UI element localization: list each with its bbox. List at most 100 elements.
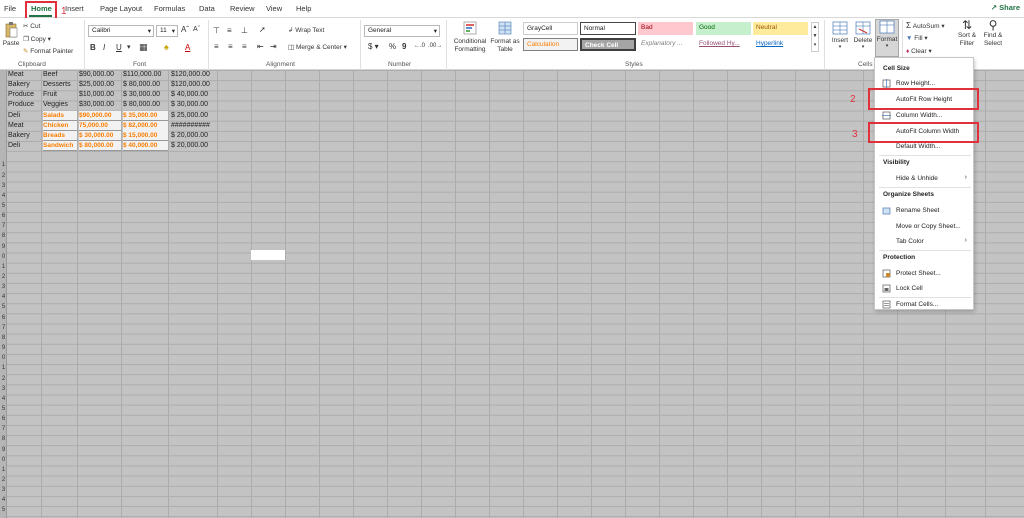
menu-item-column-width[interactable]: Column Width... <box>875 109 973 123</box>
wrap-text-button[interactable]: ↲ Wrap Text <box>288 26 324 34</box>
row-number[interactable]: 6 <box>0 416 7 422</box>
row-number[interactable]: 5 <box>0 507 7 513</box>
table-cell[interactable]: $ 20,000.00 <box>171 131 216 141</box>
row-number[interactable]: 7 <box>0 325 7 331</box>
row-number[interactable]: 1 <box>0 162 7 168</box>
cut-button[interactable]: ✂ Cut <box>23 22 40 30</box>
row-number[interactable]: 5 <box>0 406 7 412</box>
row-number[interactable]: 0 <box>0 254 7 260</box>
table-cell[interactable]: $ 80,000.00 <box>79 141 121 152</box>
row-number[interactable]: 1 <box>0 467 7 473</box>
table-cell[interactable]: $120,000.00 <box>171 70 216 80</box>
menu-item-move-copy-sheet[interactable]: Move or Copy Sheet... <box>875 220 973 234</box>
table-cell[interactable]: Bakery <box>8 80 41 90</box>
style-followed-hyperlink[interactable]: Followed Hy... <box>696 38 751 51</box>
menu-item-rename-sheet[interactable]: Rename Sheet <box>875 204 973 218</box>
font-name-select[interactable]: Calibri ▾ <box>88 25 154 37</box>
font-size-select[interactable]: 11 ▾ <box>156 25 178 37</box>
style-explanatory[interactable]: Explanatory ... <box>638 38 693 51</box>
percent-button[interactable]: % <box>389 42 396 51</box>
delete-cells-button[interactable]: Delete ▾ <box>852 21 874 50</box>
format-painter-button[interactable]: ✎ Format Painter <box>23 47 73 55</box>
row-number[interactable]: 1 <box>0 264 7 270</box>
table-cell[interactable]: $ 82,000.00 <box>123 120 168 131</box>
conditional-formatting-button[interactable]: Conditional Formatting <box>452 21 488 54</box>
row-number[interactable]: 9 <box>0 244 7 250</box>
row-number[interactable]: 4 <box>0 193 7 199</box>
table-cell[interactable]: $ 40,000.00 <box>171 90 216 100</box>
row-number[interactable]: 0 <box>0 355 7 361</box>
table-cell[interactable]: Desserts <box>43 80 77 90</box>
table-cell[interactable]: $30,000.00 <box>79 100 121 110</box>
fill-color-icon[interactable]: ♠ <box>164 42 169 52</box>
table-cell[interactable]: $ 30,000.00 <box>171 100 216 110</box>
clear-button[interactable]: ♦ Clear ▾ <box>906 47 932 55</box>
merge-center-button[interactable]: ◫ Merge & Center ▾ <box>288 43 347 51</box>
row-number[interactable]: 4 <box>0 294 7 300</box>
row-number[interactable]: 8 <box>0 335 7 341</box>
table-cell[interactable]: Fruit <box>43 90 77 100</box>
increase-indent-icon[interactable]: ⇥ <box>270 42 277 51</box>
table-cell[interactable]: $ 80,000.00 <box>123 100 168 110</box>
table-cell[interactable]: $10,000.00 <box>79 90 121 100</box>
table-cell[interactable]: Chicken <box>43 120 77 131</box>
menu-item-hide-unhide[interactable]: Hide & Unhide › <box>875 172 973 186</box>
insert-cells-button[interactable]: Insert ▾ <box>830 21 850 50</box>
style-bad[interactable]: Bad <box>638 22 693 35</box>
orientation-icon[interactable]: ➚ <box>259 25 266 34</box>
tab-data[interactable]: Data <box>199 4 215 13</box>
row-number[interactable]: 3 <box>0 487 7 493</box>
table-cell[interactable]: $ 80,000.00 <box>123 80 168 90</box>
menu-item-lock-cell[interactable]: Lock Cell <box>875 282 973 296</box>
style-hyperlink[interactable]: Hyperlink <box>753 38 808 51</box>
table-cell[interactable]: $ 30,000.00 <box>79 130 121 141</box>
table-cell[interactable]: Meat <box>8 121 41 131</box>
find-select-button[interactable]: ⚲ Find & Select <box>981 19 1005 48</box>
tab-view[interactable]: View <box>266 4 282 13</box>
table-cell[interactable]: Sandwich <box>43 141 77 152</box>
row-number[interactable]: 3 <box>0 284 7 290</box>
fill-button[interactable]: ▼ Fill ▾ <box>906 34 928 42</box>
table-cell[interactable]: $110,000.00 <box>123 70 168 80</box>
borders-icon[interactable]: ▦ <box>139 42 148 53</box>
table-cell[interactable]: Breads <box>43 130 77 141</box>
row-number[interactable]: 9 <box>0 447 7 453</box>
autosum-button[interactable]: Σ AutoSum ▾ <box>906 21 945 30</box>
table-cell[interactable]: Meat <box>8 70 41 80</box>
row-number[interactable]: 3 <box>0 183 7 189</box>
menu-item-format-cells[interactable]: Format Cells... <box>875 298 973 312</box>
row-number[interactable]: 2 <box>0 477 7 483</box>
table-cell[interactable]: Produce <box>8 100 41 110</box>
align-bottom-icon[interactable]: ⊥ <box>241 26 248 35</box>
number-format-select[interactable]: General ▾ <box>364 25 440 37</box>
row-number[interactable]: 5 <box>0 304 7 310</box>
currency-button[interactable]: $ ▾ <box>368 42 379 51</box>
table-cell[interactable]: $ 30,000.00 <box>123 90 168 100</box>
table-cell[interactable]: $ 25,000.00 <box>171 111 216 121</box>
table-cell[interactable]: $ 35,000.00 <box>123 110 168 121</box>
underline-button[interactable]: U <box>116 43 122 52</box>
row-number[interactable]: 4 <box>0 396 7 402</box>
align-right-icon[interactable]: ≡ <box>242 42 247 51</box>
increase-font-button[interactable]: Aˆ <box>181 25 189 34</box>
row-number[interactable]: 9 <box>0 345 7 351</box>
menu-item-tab-color[interactable]: Tab Color › <box>875 235 973 249</box>
row-number[interactable]: 7 <box>0 223 7 229</box>
style-neutral[interactable]: Neutral <box>753 22 808 35</box>
align-top-icon[interactable]: ⊤ <box>213 26 220 35</box>
row-number[interactable]: 5 <box>0 203 7 209</box>
table-cell[interactable]: $ 20,000.00 <box>171 141 216 151</box>
table-cell[interactable]: ########## <box>171 121 216 131</box>
table-cell[interactable]: 75,000.00 <box>79 120 121 131</box>
format-as-table-button[interactable]: Format as Table <box>490 21 520 54</box>
italic-button[interactable]: I <box>103 43 105 52</box>
style-calculation[interactable]: Calculation <box>523 38 578 51</box>
comma-button[interactable]: 9 <box>402 42 406 51</box>
row-number[interactable]: 2 <box>0 274 7 280</box>
table-cell[interactable]: $90,000.00 <box>79 110 121 121</box>
row-number[interactable]: 2 <box>0 173 7 179</box>
decrease-decimal-button[interactable]: .00→ <box>428 43 442 49</box>
style-good[interactable]: Good <box>696 22 751 35</box>
bold-button[interactable]: B <box>90 43 96 52</box>
sort-filter-button[interactable]: ⇅ Sort & Filter <box>956 19 978 48</box>
